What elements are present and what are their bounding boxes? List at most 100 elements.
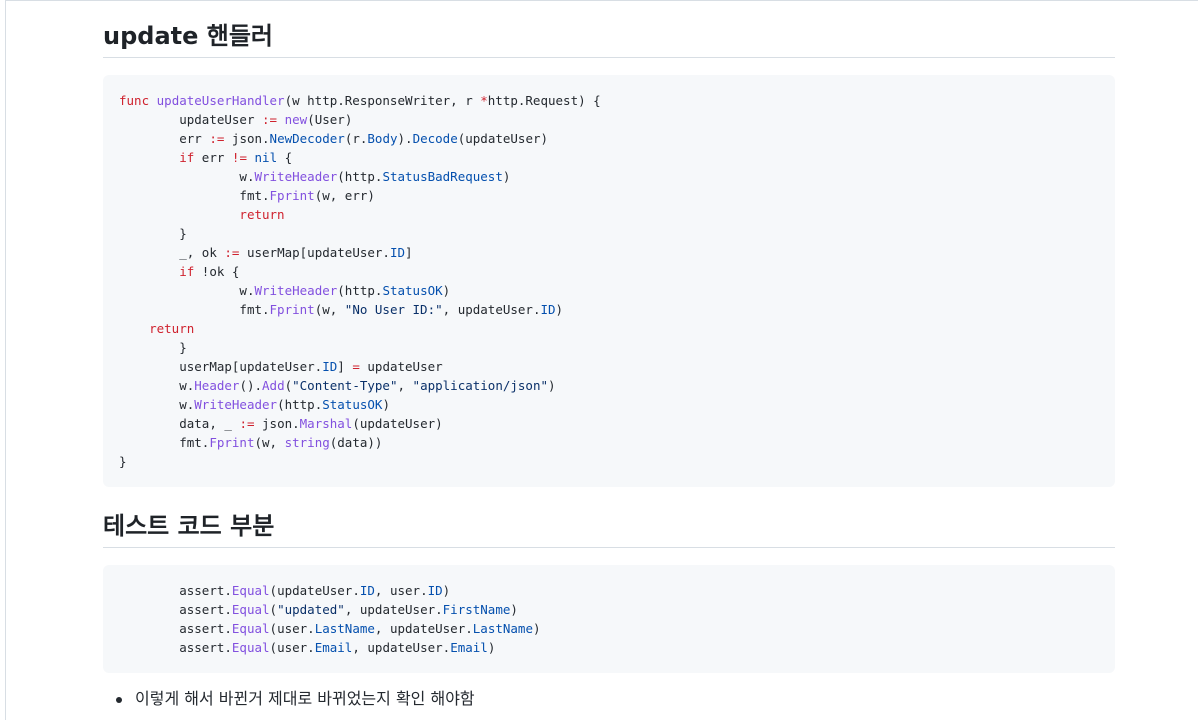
code-token: nil (254, 150, 278, 165)
code-token: ID (359, 583, 375, 598)
code-token: ). (397, 131, 413, 146)
code-line: func updateUserHandler(w http.ResponseWr… (119, 91, 1099, 110)
code-token: json. (254, 416, 300, 431)
code-token: (http. (337, 283, 383, 298)
code-token: := (262, 112, 278, 127)
code-token: Equal (231, 602, 270, 617)
code-token: Header (194, 378, 240, 393)
code-token: data, _ (119, 416, 240, 431)
code-token: userMap[updateUser. (239, 245, 390, 260)
code-token: updateUser (179, 112, 263, 127)
code-token: w. (119, 397, 195, 412)
code-token: (User) (307, 112, 353, 127)
code-token: ID (389, 245, 406, 260)
code-line: w.WriteHeader(http.StatusOK) (119, 395, 1099, 414)
code-token: Fprint (209, 435, 255, 450)
code-token: if (179, 150, 195, 165)
code-line: assert.Equal(user.Email, updateUser.Emai… (119, 638, 1099, 657)
code-token: json. (224, 131, 270, 146)
code-token: StatusOK (322, 397, 383, 412)
code-token: , (397, 378, 413, 393)
code-token: (w http.ResponseWriter, r (284, 93, 481, 108)
code-token: Fprint (269, 188, 315, 203)
code-token: fmt. (119, 302, 270, 317)
code-token: } (119, 340, 187, 355)
code-token: assert. (119, 583, 232, 598)
code-token: string (284, 435, 330, 450)
code-token: = (352, 359, 360, 374)
code-token: w. (119, 378, 195, 393)
code-token: "updated" (277, 602, 345, 617)
code-line: _, ok := userMap[updateUser.ID] (119, 243, 1099, 262)
code-line: w.Header().Add("Content-Type", "applicat… (119, 376, 1099, 395)
code-token: updateUser (359, 359, 443, 374)
code-token: _, ok (119, 245, 225, 260)
code-token: !ok { (194, 264, 240, 279)
code-line: fmt.Fprint(w, string(data)) (119, 433, 1099, 452)
code-block-test-assertions[interactable]: assert.Equal(updateUser.ID, user.ID) ass… (103, 565, 1115, 673)
code-token: http.Request) { (487, 93, 601, 108)
code-token: assert. (119, 621, 232, 636)
code-line: return (119, 205, 1099, 224)
code-token: } (119, 226, 187, 241)
code-block-update-handler[interactable]: func updateUserHandler(w http.ResponseWr… (103, 75, 1115, 487)
code-token: ID (540, 302, 556, 317)
code-token: "Content-Type" (292, 378, 398, 393)
code-token: WriteHeader (254, 169, 338, 184)
code-line: w.WriteHeader(http.StatusBadRequest) (119, 167, 1099, 186)
code-token: (updateUser) (352, 416, 443, 431)
code-token: ) (442, 583, 451, 598)
code-token: ] (337, 359, 353, 374)
code-token: ) (548, 378, 556, 393)
code-token: new (284, 112, 308, 127)
code-token: "application/json" (412, 378, 549, 393)
code-token: (user. (269, 621, 315, 636)
code-token: Email (314, 640, 353, 655)
code-content: func updateUserHandler(w http.ResponseWr… (119, 91, 1099, 471)
code-token: } (119, 454, 127, 469)
code-token: ) (487, 640, 496, 655)
code-token: userMap[updateUser. (119, 359, 323, 374)
code-token: (http. (337, 169, 383, 184)
code-line: if err != nil { (119, 148, 1099, 167)
code-token: (r. (344, 131, 368, 146)
code-token: fmt. (119, 435, 210, 450)
code-token: WriteHeader (254, 283, 338, 298)
code-token: Body (367, 131, 398, 146)
code-token: w. (119, 283, 255, 298)
code-line: assert.Equal(updateUser.ID, user.ID) (119, 581, 1099, 600)
section-heading-update-handler: update 핸들러 (103, 21, 1115, 58)
code-token: (w, (314, 302, 345, 317)
code-token: { (277, 150, 293, 165)
code-line: if !ok { (119, 262, 1099, 281)
code-token: Email (450, 640, 488, 655)
list-item: 이렇게 해서 바뀐거 제대로 바뀌었는지 확인 해야함 (116, 687, 475, 711)
code-token: assert. (119, 640, 232, 655)
code-token: ( (284, 378, 293, 393)
code-token: Decode (412, 131, 458, 146)
code-token: ( (269, 602, 278, 617)
code-token: ID (427, 583, 443, 598)
code-line: assert.Equal("updated", updateUser.First… (119, 600, 1099, 619)
code-token: * (480, 93, 488, 108)
code-line: err := json.NewDecoder(r.Body).Decode(up… (119, 129, 1099, 148)
code-token: != (231, 150, 247, 165)
code-line: return (119, 319, 1099, 338)
code-token: := (239, 416, 255, 431)
code-token: ) (510, 602, 518, 617)
code-line: fmt.Fprint(w, err) (119, 186, 1099, 205)
code-token: Equal (231, 583, 270, 598)
code-token: err (119, 131, 210, 146)
code-token: fmt. (119, 188, 270, 203)
code-token: (http. (277, 397, 323, 412)
code-token: func (119, 93, 150, 108)
code-line: fmt.Fprint(w, "No User ID:", updateUser.… (119, 300, 1099, 319)
code-token: return (239, 207, 285, 222)
code-token: (data)) (329, 435, 383, 450)
